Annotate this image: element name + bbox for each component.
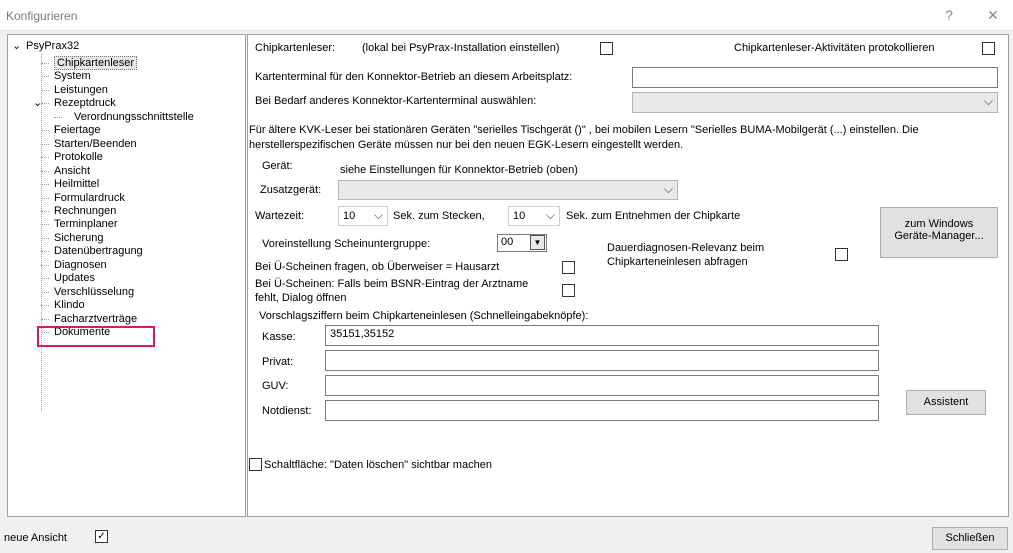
chevron-down-icon: ⌵ xyxy=(545,208,555,222)
title-bar: Konfigurieren ? ✕ xyxy=(0,0,1013,31)
tree-item-protokolle[interactable]: Protokolle xyxy=(54,151,103,164)
settings-tree[interactable]: ⌄ PsyPrax32 xyxy=(7,34,246,517)
kvk-note-line2: herstellerspezifischen Geräte müssen nur… xyxy=(249,139,684,151)
guv-label: GUV: xyxy=(262,380,289,392)
permanent-diag-checkbox[interactable] xyxy=(835,248,848,261)
delete-button-label: Schaltfläche: "Daten löschen" sichtbar m… xyxy=(264,459,492,471)
tree-item-datenübertragung[interactable]: Datenübertragung xyxy=(54,245,143,258)
wait-label: Wartezeit: xyxy=(255,210,305,222)
privat-input[interactable] xyxy=(325,350,879,371)
terminal-input[interactable] xyxy=(632,67,998,88)
bsnr-line2: fehlt, Dialog öffnen xyxy=(255,292,347,304)
shortcuts-label: Vorschlagsziffern beim Chipkarteneinlese… xyxy=(259,310,589,322)
tree-item-verordnungsschnittstelle[interactable]: Verordnungsschnittstelle xyxy=(74,111,194,124)
subgroup-select[interactable]: 00 ▼ xyxy=(497,234,547,252)
permanent-diag-line2: Chipkarteneinlesen abfragen xyxy=(607,256,748,268)
tree-item-system[interactable]: System xyxy=(54,70,91,83)
kasse-input[interactable]: 35151,35152 xyxy=(325,325,879,346)
wait-insert-suffix: Sek. zum Stecken, xyxy=(393,210,485,222)
chevron-down-icon: ⌵ xyxy=(373,208,383,222)
help-button[interactable]: ? xyxy=(938,6,960,24)
wait-remove-suffix: Sek. zum Entnehmen der Chipkarte xyxy=(566,210,741,222)
log-checkbox[interactable] xyxy=(982,42,995,55)
tree-item-sicherung[interactable]: Sicherung xyxy=(54,232,104,245)
tree-item-rechnungen[interactable]: Rechnungen xyxy=(54,205,116,218)
bsnr-line1: Bei Ü-Scheinen: Falls beim BSNR-Eintrag … xyxy=(255,278,529,290)
new-view-checkbox[interactable]: ✓ xyxy=(95,530,108,543)
other-terminal-label: Bei Bedarf anderes Konnektor-Kartentermi… xyxy=(255,95,537,107)
tree-item-diagnosen[interactable]: Diagnosen xyxy=(54,259,107,272)
assistant-button[interactable]: Assistent xyxy=(906,390,986,415)
chevron-down-icon: ⌵ xyxy=(983,94,993,108)
referral-label: Bei Ü-Scheinen fragen, ob Überweiser = H… xyxy=(255,261,500,273)
chevron-down-icon: ⌵ xyxy=(663,182,673,196)
tree-item-klindo[interactable]: Klindo xyxy=(54,299,85,312)
notdienst-label: Notdienst: xyxy=(262,405,312,417)
chevron-down-icon[interactable]: ⌄ xyxy=(12,40,21,53)
extra-device-select[interactable]: ⌵ xyxy=(338,180,678,200)
guv-input[interactable] xyxy=(325,375,879,396)
terminal-label: Kartenterminal für den Konnektor-Betrieb… xyxy=(255,71,573,83)
device-value: siehe Einstellungen für Konnektor-Betrie… xyxy=(340,164,578,176)
tree-item-starten-beenden[interactable]: Starten/Beenden xyxy=(54,138,137,151)
tree-item-formulardruck[interactable]: Formulardruck xyxy=(54,192,125,205)
device-label: Gerät: xyxy=(262,160,293,172)
log-label: Chipkartenleser-Aktivitäten protokollier… xyxy=(734,42,935,54)
reader-hint: (lokal bei PsyPrax-Installation einstell… xyxy=(362,42,560,54)
new-view-label: neue Ansicht xyxy=(4,532,67,544)
tree-root[interactable]: PsyPrax32 xyxy=(26,40,79,53)
close-window-button[interactable]: ✕ xyxy=(982,6,1004,24)
tree-item-feiertage[interactable]: Feiertage xyxy=(54,124,100,137)
permanent-diag-line1: Dauerdiagnosen-Relevanz beim xyxy=(607,242,765,254)
reader-label: Chipkartenleser: xyxy=(255,42,336,54)
tree-item-terminplaner[interactable]: Terminplaner xyxy=(54,218,118,231)
chevron-down-icon[interactable]: ⌄ xyxy=(33,97,42,110)
chevron-down-icon[interactable]: ▼ xyxy=(530,235,545,250)
updates-highlight xyxy=(37,326,155,347)
tree-item-heilmittel[interactable]: Heilmittel xyxy=(54,178,99,191)
wait-insert-select[interactable]: 10 ⌵ xyxy=(338,206,388,226)
subgroup-label: Voreinstellung Scheinuntergruppe: xyxy=(262,238,431,250)
kasse-label: Kasse: xyxy=(262,331,296,343)
tree-item-rezeptdruck[interactable]: Rezeptdruck xyxy=(54,97,116,110)
wait-remove-select[interactable]: 10 ⌵ xyxy=(508,206,560,226)
close-button[interactable]: Schließen xyxy=(932,527,1008,550)
delete-button-checkbox[interactable] xyxy=(249,458,262,471)
tree-item-leistungen[interactable]: Leistungen xyxy=(54,84,108,97)
privat-label: Privat: xyxy=(262,356,294,368)
window-title: Konfigurieren xyxy=(6,9,78,23)
bsnr-checkbox[interactable] xyxy=(562,284,575,297)
notdienst-input[interactable] xyxy=(325,400,879,421)
referral-checkbox[interactable] xyxy=(562,261,575,274)
device-manager-button[interactable]: zum Windows Geräte-Manager... xyxy=(880,207,998,258)
tree-item-chipkartenleser[interactable]: Chipkartenleser xyxy=(54,56,138,70)
tree-item-verschlüsselung[interactable]: Verschlüsselung xyxy=(54,286,134,299)
reader-checkbox[interactable] xyxy=(600,42,613,55)
other-terminal-select[interactable]: ⌵ xyxy=(632,92,998,113)
tree-item-facharztverträge[interactable]: Facharztverträge xyxy=(54,313,137,326)
extra-device-label: Zusatzgerät: xyxy=(260,184,322,196)
tree-item-updates[interactable]: Updates xyxy=(54,272,95,285)
footer: neue Ansicht ✓ Schließen xyxy=(0,518,1013,553)
tree-item-ansicht[interactable]: Ansicht xyxy=(54,165,90,178)
kvk-note-line1: Für ältere KVK-Leser bei stationären Ger… xyxy=(249,124,919,136)
